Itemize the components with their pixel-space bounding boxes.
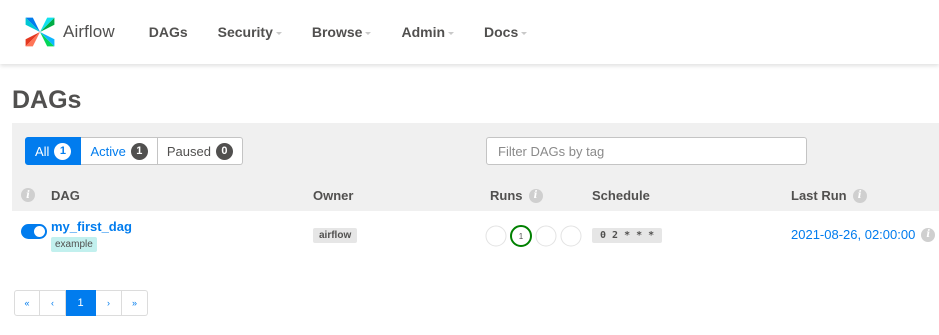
nav-item-admin[interactable]: Admin xyxy=(401,24,455,40)
dag-pause-toggle[interactable] xyxy=(21,224,47,239)
chevron-down-icon xyxy=(448,31,455,35)
chevron-down-icon xyxy=(365,31,372,35)
owner-badge: airflow xyxy=(313,228,358,243)
filter-label: All xyxy=(35,143,50,159)
toggle-knob xyxy=(34,226,45,237)
page-current-button[interactable]: 1 xyxy=(66,290,96,316)
nav-item-label: Security xyxy=(217,24,273,40)
count-badge: 1 xyxy=(130,142,148,160)
top-navbar: Airflow DAGs Security Browse Admin Docs xyxy=(0,0,939,64)
page-title: DAGs xyxy=(12,86,82,114)
table-row: my_first_dag example airflow 1 0 2 * * *… xyxy=(12,211,939,259)
column-header-runs-label: Runs xyxy=(490,188,523,203)
nav-item-label: DAGs xyxy=(148,24,188,40)
nav-item-browse[interactable]: Browse xyxy=(312,24,372,40)
page-prev-button[interactable]: ‹ xyxy=(40,290,66,316)
dag-id-link[interactable]: my_first_dag xyxy=(51,219,132,234)
pagination: « ‹ 1 › » xyxy=(14,290,148,316)
nav-item-label: Docs xyxy=(484,24,519,40)
filter-all-button[interactable]: All 1 xyxy=(25,137,82,165)
info-icon[interactable]: i xyxy=(852,188,867,203)
filter-label: Paused xyxy=(166,143,211,159)
brand-home-link[interactable]: Airflow xyxy=(22,14,115,50)
run-success-count: 1 xyxy=(519,232,524,241)
column-header-last-run: Last Run i xyxy=(791,188,867,203)
airflow-logo-icon xyxy=(25,17,55,47)
run-state-queued[interactable] xyxy=(485,225,507,247)
last-run-cell: 2021-08-26, 02:00:00 i xyxy=(791,227,936,242)
run-state-running[interactable] xyxy=(535,225,557,247)
chevron-down-icon xyxy=(521,31,528,35)
schedule-badge[interactable]: 0 2 * * * xyxy=(592,228,663,243)
run-status-circles: 1 xyxy=(485,225,582,247)
dag-list-panel: All 1 Active 1 Paused 0 i DAG Owner Runs… xyxy=(12,123,939,259)
info-icon[interactable]: i xyxy=(921,227,936,242)
column-header-schedule[interactable]: Schedule xyxy=(592,188,650,203)
filter-paused-button[interactable]: Paused 0 xyxy=(157,137,243,165)
column-header-owner[interactable]: Owner xyxy=(313,188,353,203)
column-header-last-run-label: Last Run xyxy=(791,188,847,203)
last-run-link[interactable]: 2021-08-26, 02:00:00 xyxy=(791,227,915,242)
nav-item-label: Browse xyxy=(311,24,363,40)
count-badge: 1 xyxy=(54,142,72,160)
dag-tag[interactable]: example xyxy=(51,237,97,252)
nav-item-dags[interactable]: DAGs xyxy=(149,24,188,40)
info-icon: i xyxy=(21,188,35,202)
tag-filter-input[interactable] xyxy=(486,137,807,165)
column-header-dag[interactable]: DAG xyxy=(51,188,80,203)
nav-item-security[interactable]: Security xyxy=(218,24,282,40)
filter-label: Active xyxy=(90,143,126,159)
nav-menu: DAGs Security Browse Admin Docs xyxy=(149,24,558,40)
info-icon[interactable]: i xyxy=(528,188,543,203)
status-filter-group: All 1 Active 1 Paused 0 xyxy=(25,137,243,165)
column-header-runs: Runs i xyxy=(490,188,543,203)
nav-item-docs[interactable]: Docs xyxy=(484,24,528,40)
filter-active-button[interactable]: Active 1 xyxy=(81,137,158,165)
brand-name: Airflow xyxy=(63,22,115,41)
nav-item-label: Admin xyxy=(401,24,446,40)
count-badge: 0 xyxy=(215,142,233,160)
page-last-button[interactable]: » xyxy=(122,290,148,316)
page-first-button[interactable]: « xyxy=(14,290,40,316)
run-state-failed[interactable] xyxy=(560,225,582,247)
chevron-down-icon xyxy=(275,31,282,35)
page-next-button[interactable]: › xyxy=(96,290,122,316)
